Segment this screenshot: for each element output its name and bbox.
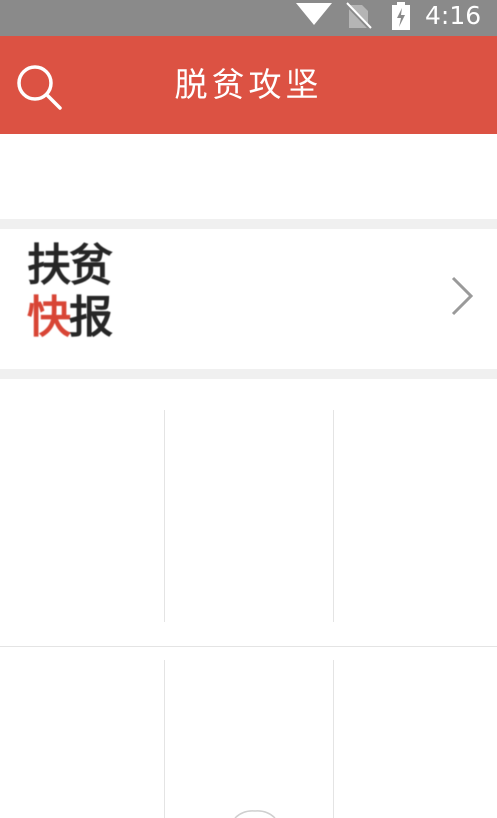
grid-divider <box>0 646 497 647</box>
wifi-icon <box>296 3 332 25</box>
logo-char: 贫 <box>69 240 113 291</box>
grid-divider <box>333 660 334 818</box>
page-title: 脱贫攻坚 <box>174 65 323 104</box>
status-time: 4:16 <box>425 1 482 30</box>
grid-divider <box>164 660 165 818</box>
section-divider <box>0 369 497 379</box>
logo-char: 扶 <box>27 240 71 291</box>
grid-cell[interactable] <box>165 647 333 818</box>
chevron-right-icon[interactable] <box>448 274 476 318</box>
no-sim-icon <box>344 2 372 30</box>
partial-icon <box>234 810 276 818</box>
logo-char: 快 <box>27 292 71 343</box>
section-divider <box>0 219 497 229</box>
grid-cell[interactable] <box>334 647 497 818</box>
app-bar: 脱贫攻坚 <box>0 36 497 134</box>
status-bar: 4:16 <box>0 0 497 36</box>
grid-cell[interactable] <box>0 647 164 818</box>
grid-divider <box>333 410 334 622</box>
search-icon[interactable] <box>14 62 64 112</box>
grid-cell[interactable] <box>334 379 497 646</box>
grid-cell[interactable] <box>165 379 333 646</box>
grid-cell[interactable] <box>0 379 164 646</box>
fupin-kuaibao-logo: 扶贫 快报 <box>27 240 137 352</box>
battery-charging-icon <box>392 2 410 30</box>
news-banner-row[interactable]: 扶贫 快报 <box>0 230 497 369</box>
grid-divider <box>164 410 165 622</box>
logo-char: 报 <box>69 292 113 343</box>
